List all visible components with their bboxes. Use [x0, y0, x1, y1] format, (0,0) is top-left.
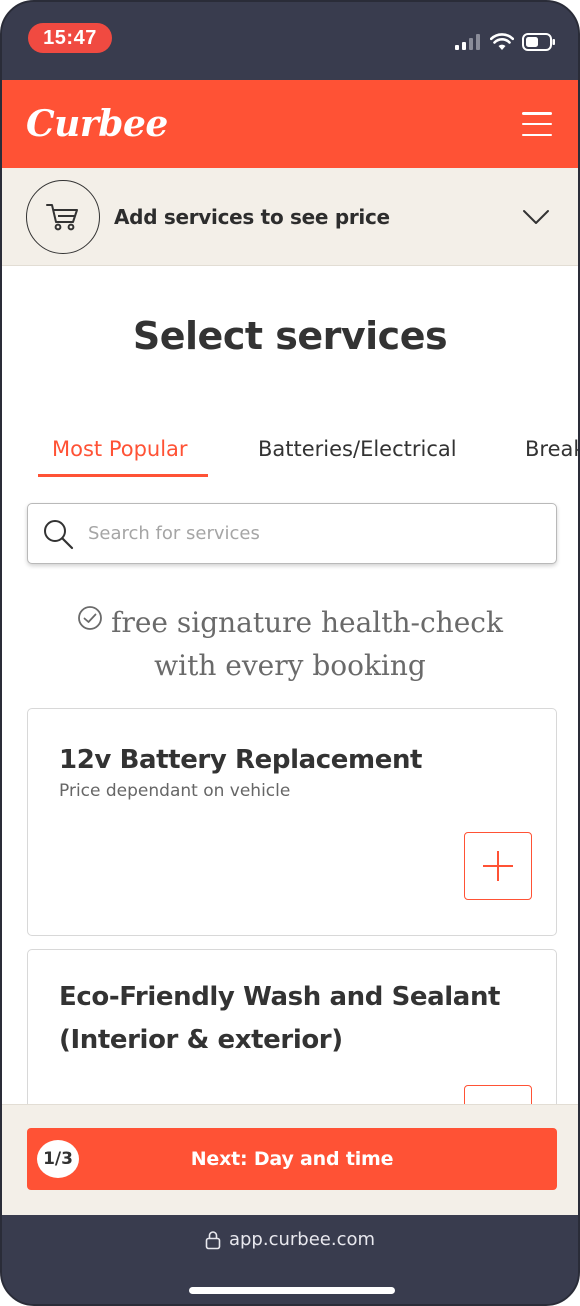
hamburger-menu-icon [522, 112, 552, 115]
tab-batteries-electrical[interactable]: Batteries/Electrical [258, 434, 457, 478]
curbee-logo[interactable]: Curbee [26, 103, 168, 145]
check-circle-icon [77, 601, 103, 642]
url-text: app.curbee.com [228, 1229, 376, 1250]
signal-icon [455, 34, 480, 50]
search-icon [44, 519, 74, 549]
promo-line-1: free signature health-check [111, 606, 503, 639]
menu-button[interactable] [522, 112, 552, 136]
phone-frame: 15:47 Curbee Add services to see price S… [0, 0, 580, 1306]
main-content: Select services Most Popular Batteries/E… [2, 266, 578, 1104]
battery-icon [522, 33, 555, 51]
service-subtitle: Price dependant on vehicle [59, 781, 291, 801]
tab-most-popular[interactable]: Most Popular [52, 434, 188, 478]
status-icons [454, 33, 556, 51]
url-display[interactable]: app.curbee.com [2, 1229, 578, 1250]
plus-icon [483, 851, 513, 881]
add-service-button[interactable] [464, 1085, 532, 1104]
browser-address-bar[interactable]: app.curbee.com [2, 1215, 578, 1304]
service-card[interactable]: Eco-Friendly Wash and Sealant (Interior … [27, 949, 557, 1104]
lock-icon [205, 1230, 221, 1249]
app-header: Curbee [2, 80, 578, 168]
cart-summary-bar[interactable]: Add services to see price [2, 168, 578, 266]
next-button-label: Next: Day and time [190, 1148, 394, 1170]
step-indicator: 1/3 [37, 1140, 79, 1178]
add-service-button[interactable] [464, 832, 532, 900]
search-box[interactable] [27, 503, 557, 564]
page-title: Select services [132, 314, 448, 358]
tab-breakdown[interactable]: Break [525, 434, 578, 478]
home-indicator[interactable] [189, 1287, 395, 1294]
service-title: Eco-Friendly Wash and Sealant (Interior … [59, 982, 501, 1055]
wifi-icon [490, 33, 514, 50]
next-day-time-button[interactable]: 1/3 Next: Day and time [27, 1128, 557, 1190]
active-tab-indicator [38, 474, 208, 477]
promo-line-2: with every booking [154, 649, 426, 682]
cart-icon [26, 179, 100, 254]
booking-footer: 1/3 Next: Day and time [2, 1104, 578, 1215]
search-input[interactable] [88, 523, 528, 544]
status-time: 15:47 [28, 23, 112, 53]
chevron-down-icon[interactable] [522, 209, 550, 225]
status-bar: 15:47 [2, 2, 578, 80]
cart-label: Add services to see price [114, 204, 390, 229]
service-card[interactable]: 12v Battery Replacement Price dependant … [27, 708, 557, 936]
service-title: 12v Battery Replacement [59, 745, 423, 775]
promo-text: free signature health-check with every b… [2, 602, 578, 686]
